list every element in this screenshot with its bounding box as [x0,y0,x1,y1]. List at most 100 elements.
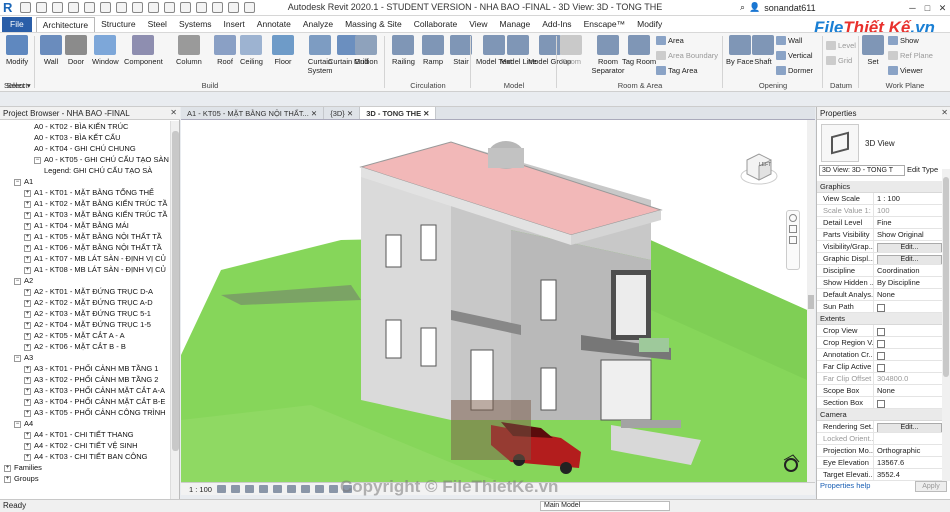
tab-collaborate[interactable]: Collaborate [408,17,463,32]
checkbox[interactable] [877,364,885,372]
collapse-icon[interactable]: − [14,420,21,428]
prop-value[interactable]: Edit... [874,241,942,252]
expand-icon[interactable]: + [24,365,31,373]
browser-item[interactable]: + A1 - KT08 - MB LÁT SÀN - ĐỊNH VỊ CỦ [0,264,170,275]
expand-icon[interactable]: + [24,321,31,329]
close-icon[interactable]: ✕ [935,0,950,16]
apply-button[interactable]: Apply [915,481,947,492]
level-button[interactable]: Level [826,41,856,50]
temp-hide-icon[interactable] [328,485,338,493]
search-icon[interactable]: ⌕ [740,2,745,13]
tag-area-button[interactable]: Tag Area [656,66,698,75]
tab-architecture[interactable]: Architecture [35,17,96,32]
edit-button[interactable]: Edit... [877,255,942,264]
column-button[interactable]: Column [176,35,202,66]
tab-systems[interactable]: Systems [173,17,218,32]
expand-icon[interactable]: + [24,343,31,351]
browser-item[interactable]: + A1 - KT03 - MẶT BẰNG KIẾN TRÚC TẦ [0,209,170,220]
stair-button[interactable]: Stair [450,35,472,66]
browser-item[interactable]: − A3 [0,352,170,363]
prop-section-extents[interactable]: Extents [817,313,942,325]
render-icon[interactable] [272,485,282,493]
viewer-button[interactable]: Viewer [888,66,923,75]
prop-section-camera[interactable]: Camera [817,409,942,421]
crop-icon[interactable] [286,485,296,493]
username[interactable]: sonandat611 [764,3,815,13]
component-button[interactable]: Component [124,35,163,66]
browser-item[interactable]: + A3 - KT03 - PHỐI CẢNH MẶT CẮT A-A [0,385,170,396]
checkbox[interactable] [877,340,885,348]
expand-icon[interactable]: + [24,409,31,417]
expand-icon[interactable]: + [24,288,31,296]
prop-value[interactable] [874,349,942,360]
expand-icon[interactable]: + [24,200,31,208]
show-button[interactable]: Show [888,36,919,45]
close-icon[interactable]: ✕ [170,108,177,117]
browser-item[interactable]: A0 - KT02 - BÌA KIẾN TRÚC [0,121,170,132]
browser-item[interactable]: Legend: GHI CHÚ CẤU TẠO SÀ [0,165,170,176]
window-button[interactable]: Window [92,35,119,66]
dormer-button[interactable]: Dormer [776,66,813,75]
collapse-icon[interactable]: − [14,178,21,186]
user-icon[interactable]: 👤 [749,2,760,13]
prop-value[interactable]: None [874,289,942,300]
mullion-button[interactable]: Mullion [354,35,378,66]
view-scale[interactable]: 1 : 100 [189,485,212,494]
sun-path-icon[interactable] [244,485,254,493]
prop-value[interactable]: Edit... [874,253,942,264]
browser-item[interactable]: + A3 - KT04 - PHỐI CẢNH MẶT CẮT B-E [0,396,170,407]
browser-item[interactable]: + Families [0,462,170,473]
prop-value[interactable]: 1 : 100 [874,193,942,204]
close-icon[interactable]: ✕ [421,109,429,118]
checkbox[interactable] [877,352,885,360]
view-tab-3[interactable]: 3D - TONG THE ✕ [360,107,437,119]
tab-enscape[interactable]: Enscape™ [578,17,632,32]
tab-annotate[interactable]: Annotate [251,17,297,32]
prop-value[interactable]: 13567.6 [874,457,942,468]
viewport-scrollbar[interactable] [807,120,815,482]
expand-icon[interactable]: + [24,310,31,318]
view-cube[interactable]: LEFT [739,148,779,188]
prop-value[interactable]: Coordination [874,265,942,276]
expand-icon[interactable]: + [4,464,11,472]
prop-value[interactable] [874,301,942,312]
modify-button[interactable]: Modify [6,35,28,66]
browser-item[interactable]: + A1 - KT01 - MẶT BẰNG TỔNG THỂ [0,187,170,198]
steering-wheel-icon[interactable] [789,214,797,222]
browser-item[interactable]: + A3 - KT02 - PHỐI CẢNH MB TẦNG 2 [0,374,170,385]
ref-plane-button[interactable]: Ref Plane [888,51,933,60]
tag-room-button[interactable]: Tag Room [622,35,656,66]
tab-analyze[interactable]: Analyze [297,17,339,32]
prop-value[interactable]: Edit... [874,421,942,432]
vertical-button[interactable]: Vertical [776,51,813,60]
browser-item[interactable]: + A2 - KT01 - MẶT ĐỨNG TRỤC D-A [0,286,170,297]
view-tab-2[interactable]: {3D} ✕ [324,107,361,119]
browser-scrollbar[interactable] [170,121,179,499]
browser-item[interactable]: + A1 - KT07 - MB LÁT SÀN - ĐỊNH VỊ CỦ [0,253,170,264]
prop-value[interactable]: Orthographic [874,445,942,456]
close-icon[interactable]: ✕ [345,109,353,118]
browser-item[interactable]: + A1 - KT04 - MẶT BẰNG MÁI [0,220,170,231]
tab-insert[interactable]: Insert [218,17,251,32]
prop-value[interactable] [874,361,942,372]
browser-item[interactable]: + A2 - KT04 - MẶT ĐỨNG TRỤC 1-5 [0,319,170,330]
shaft-button[interactable]: Shaft [752,35,774,66]
checkbox[interactable] [877,328,885,336]
wall-button[interactable]: Wall [40,35,62,66]
browser-item[interactable]: + A1 - KT06 - MẶT BẰNG NỘI THẤT TẦ [0,242,170,253]
room-button[interactable]: Room [560,35,582,66]
ceiling-button[interactable]: Ceiling [240,35,263,66]
prop-section-graphics[interactable]: Graphics [817,181,942,193]
minimize-icon[interactable]: ─ [905,0,920,16]
expand-icon[interactable]: + [24,244,31,252]
expand-icon[interactable]: + [24,387,31,395]
grid-button[interactable]: Grid [826,56,852,65]
tab-modify[interactable]: Modify [631,17,668,32]
close-icon[interactable]: ✕ [309,109,317,118]
browser-item[interactable]: + A3 - KT01 - PHỐI CẢNH MB TẦNG 1 [0,363,170,374]
railing-button[interactable]: Railing [392,35,415,66]
browser-item[interactable]: + A2 - KT05 - MẶT CẮT A - A [0,330,170,341]
expand-icon[interactable]: + [24,453,31,461]
3d-viewport[interactable]: LEFT [181,120,807,482]
expand-icon[interactable]: + [24,233,31,241]
